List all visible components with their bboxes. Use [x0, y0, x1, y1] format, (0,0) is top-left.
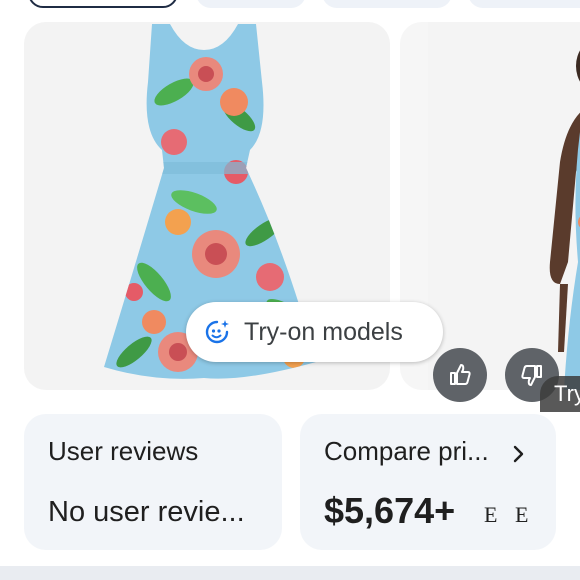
thumbs-up-button[interactable] [433, 348, 487, 402]
filter-chip-selected[interactable] [28, 0, 178, 8]
sparkle-face-icon [205, 320, 229, 344]
product-image-carousel[interactable]: Try-on models Try-o [24, 22, 580, 412]
try-on-models-button[interactable]: Try-on models [186, 302, 443, 362]
compare-prices-card[interactable]: Compare pri... $5,674+ E E [300, 414, 556, 550]
user-reviews-card[interactable]: User reviews No user revie... [24, 414, 282, 550]
thumbs-down-icon [521, 365, 542, 386]
user-reviews-title: User reviews [48, 436, 199, 466]
thumbs-up-icon [450, 364, 471, 385]
bottom-divider [0, 566, 580, 580]
price-value: $5,674+ [324, 490, 456, 531]
compare-prices-title: Compare pri... [324, 436, 489, 466]
try-on-tag: Try-o [540, 376, 580, 412]
filter-chip[interactable] [468, 0, 580, 8]
filter-chip[interactable] [322, 0, 452, 8]
shopping-result-page: Try-on models Try-o User reviews No user… [0, 0, 580, 580]
chevron-right-icon [513, 445, 524, 463]
user-reviews-value: No user revie... [48, 496, 245, 528]
store-logos: E E [484, 502, 535, 527]
try-on-models-label: Try-on models [244, 317, 403, 346]
filter-chip[interactable] [196, 0, 306, 8]
